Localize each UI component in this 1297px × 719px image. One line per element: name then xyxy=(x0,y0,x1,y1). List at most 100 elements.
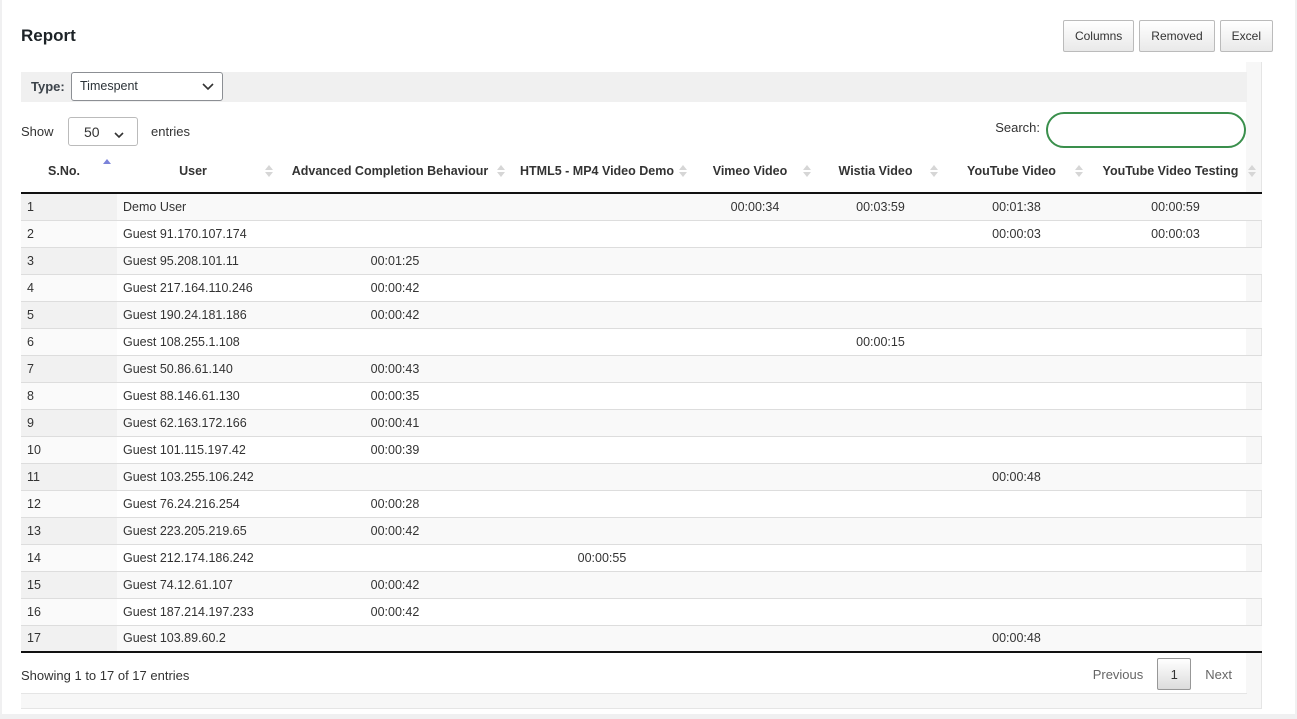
cell-timespent xyxy=(693,597,817,625)
cell-timespent xyxy=(944,381,1089,409)
table-row: 15 Guest 74.12.61.107 00:00:42 xyxy=(21,570,1262,598)
column-header-youtube-video[interactable]: YouTube Video xyxy=(944,150,1089,194)
column-header-label: S.No. xyxy=(48,164,80,178)
column-header-html5-mp4-video-demo[interactable]: HTML5 - MP4 Video Demo xyxy=(511,150,693,194)
table-row: 6 Guest 108.255.1.108 00:00:15 xyxy=(21,327,1262,355)
cell-timespent xyxy=(1089,543,1262,571)
next-button[interactable]: Next xyxy=(1191,667,1246,682)
table-info: Showing 1 to 17 of 17 entries xyxy=(21,668,190,683)
cell-timespent xyxy=(511,462,693,490)
chevron-down-icon xyxy=(202,79,214,96)
type-select[interactable]: Timespent xyxy=(71,72,223,101)
column-header-advanced-completion-behaviour[interactable]: Advanced Completion Behaviour xyxy=(279,150,511,194)
cell-timespent xyxy=(944,246,1089,274)
cell-timespent xyxy=(511,219,693,247)
cell-user: Demo User xyxy=(117,193,279,220)
cell-timespent xyxy=(817,462,944,490)
report-page: Report Columns Removed Excel Type: Times… xyxy=(2,0,1295,714)
cell-timespent xyxy=(944,408,1089,436)
column-header-youtube-video-testing[interactable]: YouTube Video Testing xyxy=(1089,150,1262,194)
page-length-value: 50 xyxy=(84,124,100,140)
cell-user: Guest 62.163.172.166 xyxy=(117,408,279,436)
column-header-wistia-video[interactable]: Wistia Video xyxy=(817,150,944,194)
cell-timespent xyxy=(693,381,817,409)
cell-timespent xyxy=(1089,300,1262,328)
cell-timespent xyxy=(511,300,693,328)
cell-user: Guest 88.146.61.130 xyxy=(117,381,279,409)
cell-timespent: 00:00:39 xyxy=(279,435,511,463)
page-length-select[interactable]: 50 xyxy=(68,117,138,146)
page-1-button[interactable]: 1 xyxy=(1157,658,1192,690)
cell-timespent xyxy=(817,273,944,301)
table-header-row: S.No. User Advanced Completion Behaviour HT… xyxy=(21,150,1262,194)
cell-sno: 15 xyxy=(21,570,117,598)
cell-timespent xyxy=(279,462,511,490)
column-header-s-no[interactable]: S.No. xyxy=(21,150,117,194)
cell-timespent xyxy=(944,273,1089,301)
cell-timespent xyxy=(511,354,693,382)
removed-button[interactable]: Removed xyxy=(1139,20,1215,52)
excel-button[interactable]: Excel xyxy=(1219,20,1273,52)
cell-sno: 3 xyxy=(21,246,117,274)
column-header-label: YouTube Video xyxy=(967,164,1056,178)
column-header-label: Wistia Video xyxy=(838,164,913,178)
cell-timespent: 00:00:43 xyxy=(279,354,511,382)
previous-button[interactable]: Previous xyxy=(1079,667,1158,682)
cell-timespent: 00:01:38 xyxy=(944,193,1089,220)
cell-sno: 2 xyxy=(21,219,117,247)
cell-sno: 14 xyxy=(21,543,117,571)
cell-timespent xyxy=(511,597,693,625)
cell-user: Guest 103.89.60.2 xyxy=(117,624,279,653)
cell-sno: 4 xyxy=(21,273,117,301)
column-header-vimeo-video[interactable]: Vimeo Video xyxy=(693,150,817,194)
search-input[interactable] xyxy=(1046,112,1246,148)
sort-both-icon xyxy=(1248,164,1256,178)
cell-timespent: 00:00:59 xyxy=(1089,193,1262,220)
sort-both-icon xyxy=(679,164,687,178)
cell-user: Guest 103.255.106.242 xyxy=(117,462,279,490)
search-label: Search: xyxy=(995,120,1040,135)
cell-timespent xyxy=(817,246,944,274)
cell-timespent xyxy=(279,193,511,220)
cell-sno: 13 xyxy=(21,516,117,544)
table-row: 5 Guest 190.24.181.186 00:00:42 xyxy=(21,300,1262,328)
table-row: 8 Guest 88.146.61.130 00:00:35 xyxy=(21,381,1262,409)
cell-timespent xyxy=(511,273,693,301)
cell-timespent xyxy=(511,246,693,274)
cell-timespent xyxy=(817,381,944,409)
cell-timespent xyxy=(693,516,817,544)
cell-timespent xyxy=(693,435,817,463)
cell-sno: 12 xyxy=(21,489,117,517)
column-header-user[interactable]: User xyxy=(117,150,279,194)
columns-button[interactable]: Columns xyxy=(1062,20,1135,52)
cell-timespent xyxy=(944,597,1089,625)
sort-both-icon xyxy=(265,164,273,178)
cell-sno: 10 xyxy=(21,435,117,463)
cell-timespent xyxy=(1089,246,1262,274)
sort-ascending-icon xyxy=(103,158,111,172)
cell-timespent xyxy=(279,624,511,653)
toolbar: Columns Removed Excel xyxy=(1062,20,1273,52)
cell-timespent xyxy=(944,516,1089,544)
cell-timespent: 00:00:42 xyxy=(279,516,511,544)
cell-user: Guest 187.214.197.233 xyxy=(117,597,279,625)
cell-timespent xyxy=(944,489,1089,517)
cell-user: Guest 50.86.61.140 xyxy=(117,354,279,382)
cell-timespent xyxy=(817,219,944,247)
cell-timespent xyxy=(511,435,693,463)
cell-timespent: 00:00:34 xyxy=(693,193,817,220)
cell-timespent xyxy=(817,408,944,436)
cell-user: Guest 190.24.181.186 xyxy=(117,300,279,328)
table-body: 1 Demo User 00:00:34 00:03:59 00:01:38 00:00:… xyxy=(21,193,1262,653)
cell-timespent xyxy=(944,327,1089,355)
cell-timespent xyxy=(817,354,944,382)
table-row: 14 Guest 212.174.186.242 00:00:55 xyxy=(21,543,1262,571)
cell-timespent xyxy=(693,300,817,328)
sort-both-icon xyxy=(1075,164,1083,178)
type-filter-bar: Type: Timespent xyxy=(21,72,1247,102)
cell-timespent xyxy=(1089,489,1262,517)
cell-timespent xyxy=(693,462,817,490)
cell-timespent xyxy=(1089,354,1262,382)
cell-timespent: 00:00:28 xyxy=(279,489,511,517)
cell-timespent: 00:03:59 xyxy=(817,193,944,220)
